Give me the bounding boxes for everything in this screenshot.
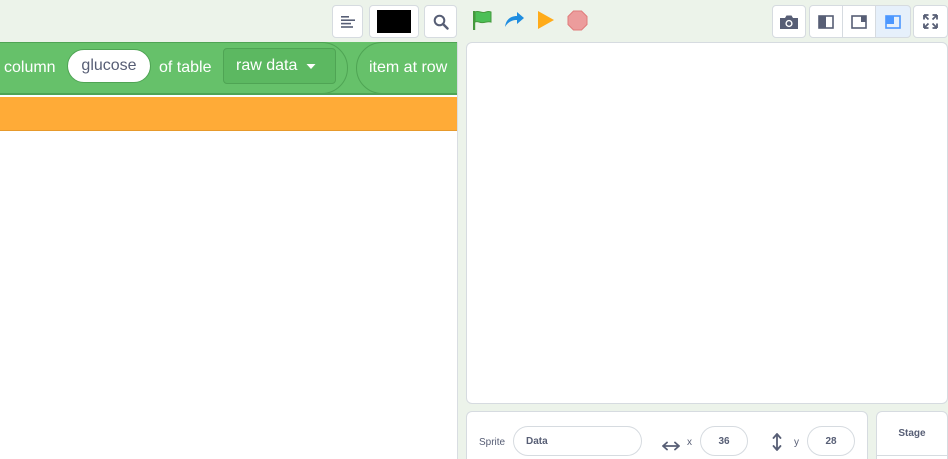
- horizontal-arrows-icon: [662, 438, 680, 456]
- code-area[interactable]: column glucose of table raw data item at…: [0, 42, 458, 459]
- align-left-icon: [340, 15, 355, 28]
- y-input[interactable]: 28: [807, 426, 855, 456]
- orange-block[interactable]: [0, 97, 457, 131]
- small-stage-button[interactable]: [809, 5, 843, 38]
- y-value: 28: [825, 435, 837, 447]
- caret-down-icon: [306, 57, 316, 75]
- fullscreen-button[interactable]: [913, 5, 948, 38]
- x-label: x: [687, 437, 692, 448]
- color-swatch: [377, 10, 411, 33]
- y-label: y: [794, 437, 799, 448]
- block-label-item-at-row: item at row: [369, 59, 448, 76]
- fullscreen-icon: [923, 14, 938, 29]
- turbo-icon[interactable]: [503, 10, 525, 35]
- sprite-name-value: Data: [526, 435, 548, 447]
- stage-canvas[interactable]: [466, 42, 948, 404]
- color-picker-button[interactable]: [369, 5, 419, 38]
- stage-panel-header: Stage: [877, 412, 947, 456]
- vertical-arrows-icon: [772, 433, 782, 456]
- run-icon[interactable]: [536, 10, 556, 35]
- column-input[interactable]: glucose: [67, 49, 151, 83]
- stop-icon[interactable]: [567, 10, 588, 36]
- stage-selector-panel[interactable]: Stage: [876, 411, 948, 459]
- search-button[interactable]: [424, 5, 457, 38]
- x-input[interactable]: 36: [700, 426, 748, 456]
- clean-up-button[interactable]: [332, 5, 363, 38]
- camera-icon: [779, 14, 799, 30]
- x-value: 36: [718, 435, 730, 447]
- table-dropdown-value: raw data: [236, 57, 298, 74]
- sprite-info-panel: Sprite Data x 36 y 28: [466, 411, 868, 459]
- column-input-value: glucose: [81, 57, 137, 74]
- small-stage-icon: [818, 14, 834, 29]
- large-stage-icon: [885, 14, 901, 29]
- app-root: column glucose of table raw data item at…: [0, 0, 948, 459]
- sprite-name-input[interactable]: Data: [513, 426, 642, 456]
- normal-stage-icon: [851, 14, 867, 29]
- block-label-column: column: [4, 59, 56, 76]
- large-stage-button[interactable]: [875, 5, 911, 38]
- screenshot-button[interactable]: [772, 5, 806, 38]
- search-icon: [433, 14, 449, 30]
- table-dropdown[interactable]: raw data: [223, 48, 336, 84]
- green-flag-icon[interactable]: [471, 9, 493, 36]
- sprite-label: Sprite: [479, 437, 506, 448]
- normal-stage-button[interactable]: [842, 5, 876, 38]
- table-block[interactable]: column glucose of table raw data item at…: [0, 42, 457, 95]
- block-label-of-table: of table: [159, 59, 212, 76]
- stage-panel-title: Stage: [898, 428, 926, 439]
